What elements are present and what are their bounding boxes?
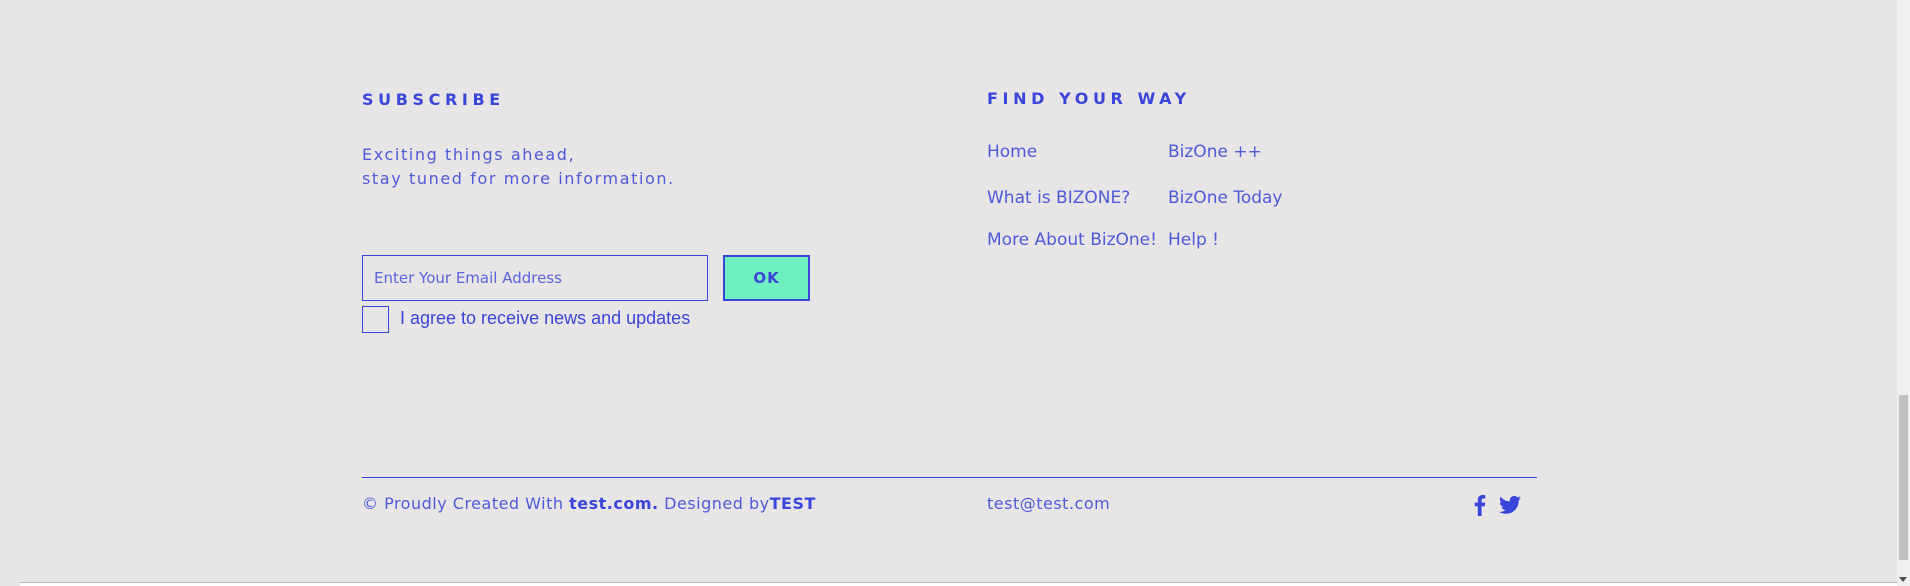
- tagline-line-2: stay tuned for more information.: [362, 169, 675, 188]
- footer-page: SUBSCRIBE Exciting things ahead, stay tu…: [0, 0, 1910, 586]
- scroll-down-icon[interactable]: [1899, 577, 1907, 582]
- twitter-icon-graphic: [1499, 496, 1521, 514]
- agree-label[interactable]: I agree to receive news and updates: [400, 308, 690, 329]
- nav-link-bizone-today[interactable]: BizOne Today: [1168, 188, 1283, 208]
- subscribe-heading: SUBSCRIBE: [362, 90, 505, 109]
- credit-line: © Proudly Created With test.com. Designe…: [362, 494, 816, 513]
- credit-designer: TEST: [769, 494, 816, 513]
- email-input[interactable]: [362, 255, 708, 301]
- facebook-icon-graphic: [1474, 495, 1486, 516]
- facebook-icon[interactable]: [1468, 493, 1492, 517]
- tagline-line-1: Exciting things ahead,: [362, 145, 576, 164]
- nav-link-more-about[interactable]: More About BizOne!: [987, 230, 1157, 250]
- credit-prefix: © Proudly Created With: [362, 494, 570, 513]
- scrollbar-thumb[interactable]: [1899, 395, 1908, 560]
- credit-middle: Designed by: [658, 494, 770, 513]
- subscribe-tagline: Exciting things ahead, stay tuned for mo…: [362, 143, 675, 191]
- find-your-way-heading: FIND YOUR WAY: [987, 89, 1191, 108]
- footer-divider: [362, 477, 1537, 478]
- ok-button[interactable]: OK: [723, 255, 810, 301]
- nav-link-help[interactable]: Help !: [1168, 230, 1219, 250]
- nav-link-what-is-bizone[interactable]: What is BIZONE?: [987, 188, 1130, 208]
- nav-link-bizone-plus[interactable]: BizOne ++: [1168, 142, 1262, 162]
- credit-site-link[interactable]: test.com.: [569, 494, 658, 513]
- nav-link-home[interactable]: Home: [987, 142, 1037, 162]
- window-bottom-edge: [20, 582, 1897, 586]
- twitter-icon[interactable]: [1498, 493, 1522, 517]
- page-scrollbar[interactable]: [1897, 0, 1910, 586]
- contact-email-link[interactable]: test@test.com: [987, 494, 1110, 513]
- agree-checkbox[interactable]: [362, 306, 389, 333]
